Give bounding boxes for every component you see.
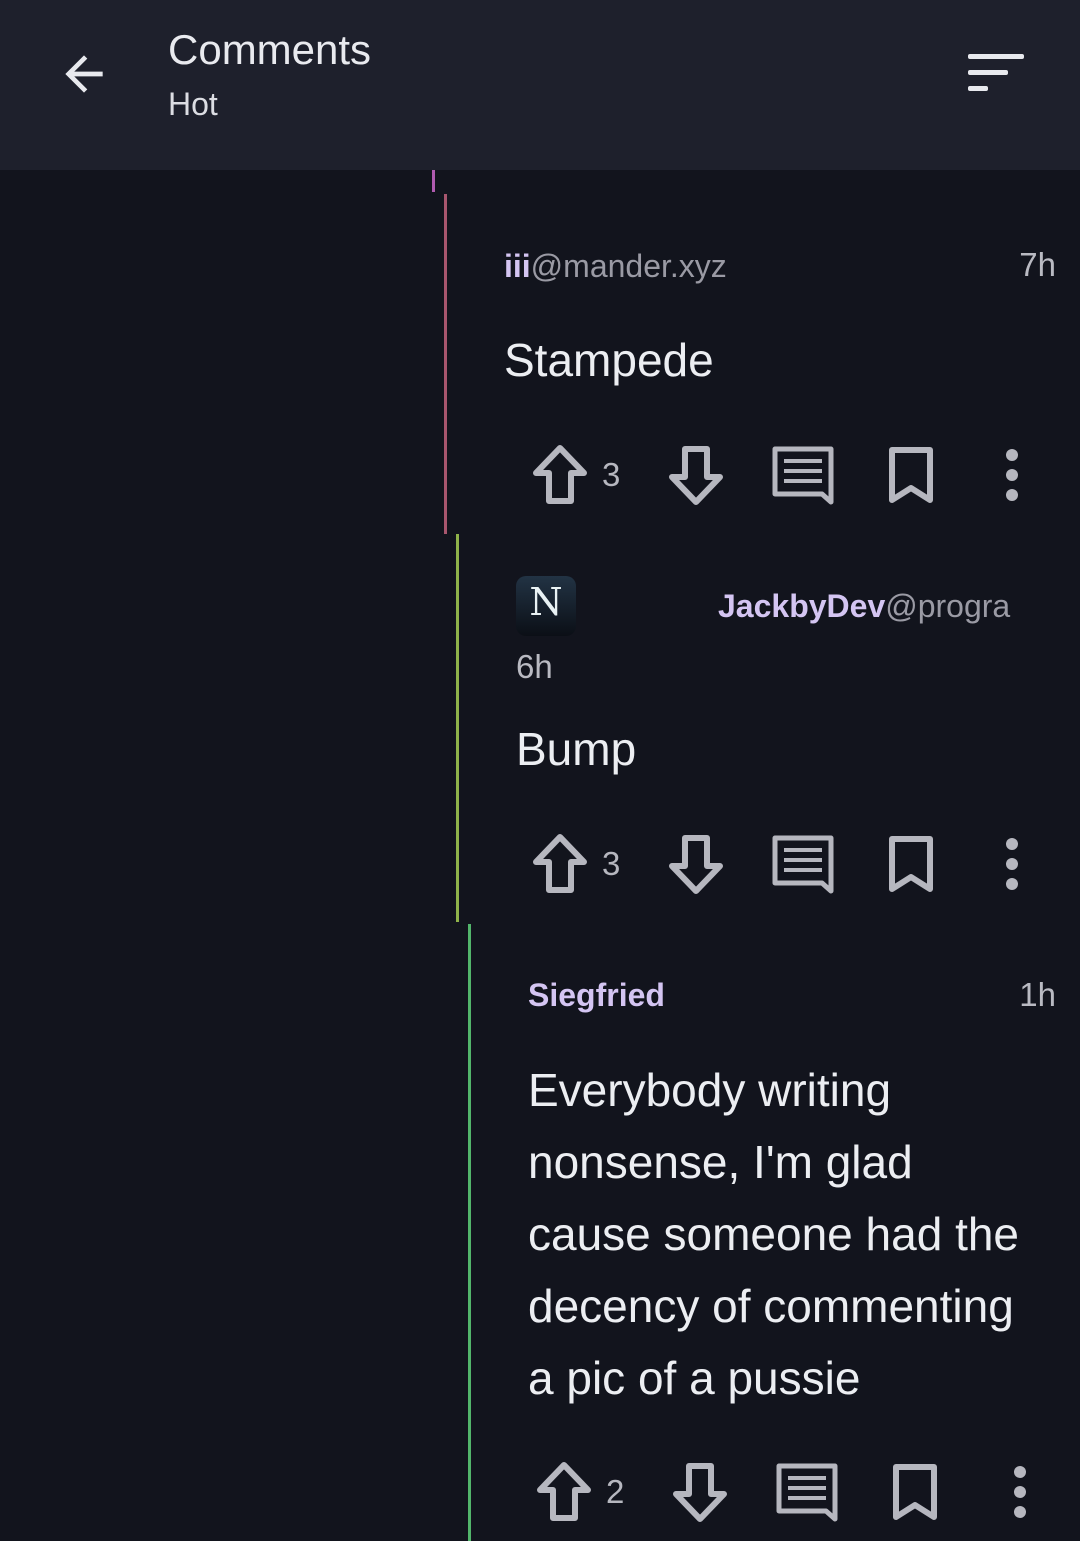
author-name: JackbyDev xyxy=(718,588,886,624)
downvote-button[interactable] xyxy=(666,829,736,899)
thread-tick xyxy=(432,170,435,192)
comment-actions: 3 xyxy=(530,440,1080,510)
reply-button[interactable] xyxy=(770,440,840,510)
bookmark-icon xyxy=(889,447,933,503)
more-button[interactable] xyxy=(1008,1457,1048,1527)
comment-body: Everybody writing nonsense, I'm glad cau… xyxy=(528,1054,1068,1414)
thread-line-depth-2 xyxy=(456,534,459,922)
comment-author[interactable]: JackbyDev@progra xyxy=(718,588,1058,625)
comment-body-line: decency of commenting xyxy=(528,1280,1014,1332)
app-bar: Comments Hot xyxy=(0,0,1080,170)
comment-body-line: Everybody writing xyxy=(528,1064,892,1116)
comment-body-line: a pic of a pussie xyxy=(528,1352,861,1404)
bookmark-icon xyxy=(893,1464,937,1520)
comment-icon xyxy=(772,446,834,505)
comment-author[interactable]: iii@mander.xyz xyxy=(504,248,964,285)
back-button[interactable] xyxy=(48,38,120,110)
comment-icon xyxy=(776,1463,838,1522)
more-button[interactable] xyxy=(1000,440,1040,510)
arrow-up-icon xyxy=(533,834,587,893)
comment-body-line: cause someone had the xyxy=(528,1208,1020,1260)
comment-body-line: nonsense, I'm glad xyxy=(528,1136,913,1188)
sort-button[interactable] xyxy=(956,44,1036,104)
comment-icon xyxy=(772,835,834,894)
more-button[interactable] xyxy=(1000,829,1040,899)
reply-button[interactable] xyxy=(774,1457,844,1527)
thread-line-depth-3 xyxy=(468,924,471,1541)
comment-time: 7h xyxy=(1019,246,1056,283)
downvote-button[interactable] xyxy=(666,440,736,510)
comment-actions: 3 xyxy=(530,829,1080,899)
save-button[interactable] xyxy=(886,829,946,899)
more-vertical-icon xyxy=(1006,838,1018,890)
arrow-down-icon xyxy=(669,835,723,894)
comment-actions: 2 xyxy=(534,1457,1080,1527)
arrow-down-icon xyxy=(669,446,723,505)
reply-button[interactable] xyxy=(770,829,840,899)
arrow-left-icon xyxy=(65,55,103,93)
author-instance: @progra xyxy=(885,588,1011,624)
author-name: iii xyxy=(504,248,531,284)
author-name: Siegfried xyxy=(528,977,665,1013)
comment-time: 6h xyxy=(516,648,553,685)
upvote-count: 2 xyxy=(606,1473,625,1510)
upvote-button[interactable]: 3 xyxy=(530,440,630,510)
downvote-button[interactable] xyxy=(670,1457,740,1527)
upvote-count: 3 xyxy=(602,845,621,882)
upvote-button[interactable]: 2 xyxy=(534,1457,634,1527)
arrow-down-icon xyxy=(673,1463,727,1522)
sort-icon xyxy=(968,54,1024,91)
comment-time: 1h xyxy=(1019,976,1056,1013)
upvote-button[interactable]: 3 xyxy=(530,829,630,899)
comment-author[interactable]: Siegfried xyxy=(528,977,888,1014)
page-title: Comments xyxy=(168,26,372,73)
upvote-count: 3 xyxy=(602,456,621,493)
save-button[interactable] xyxy=(886,440,946,510)
arrow-up-icon xyxy=(537,1462,591,1521)
avatar[interactable]: N xyxy=(516,576,576,636)
comment-body: Bump xyxy=(516,723,637,775)
avatar-letter: N xyxy=(529,580,563,624)
author-instance: @mander.xyz xyxy=(530,248,727,284)
more-vertical-icon xyxy=(1006,449,1018,501)
bookmark-icon xyxy=(889,836,933,892)
save-button[interactable] xyxy=(890,1457,950,1527)
sort-label: Hot xyxy=(168,86,218,122)
arrow-up-icon xyxy=(533,445,587,504)
comment-body: Stampede xyxy=(504,334,714,386)
more-vertical-icon xyxy=(1014,1466,1026,1518)
thread-line-depth-1 xyxy=(444,194,447,534)
